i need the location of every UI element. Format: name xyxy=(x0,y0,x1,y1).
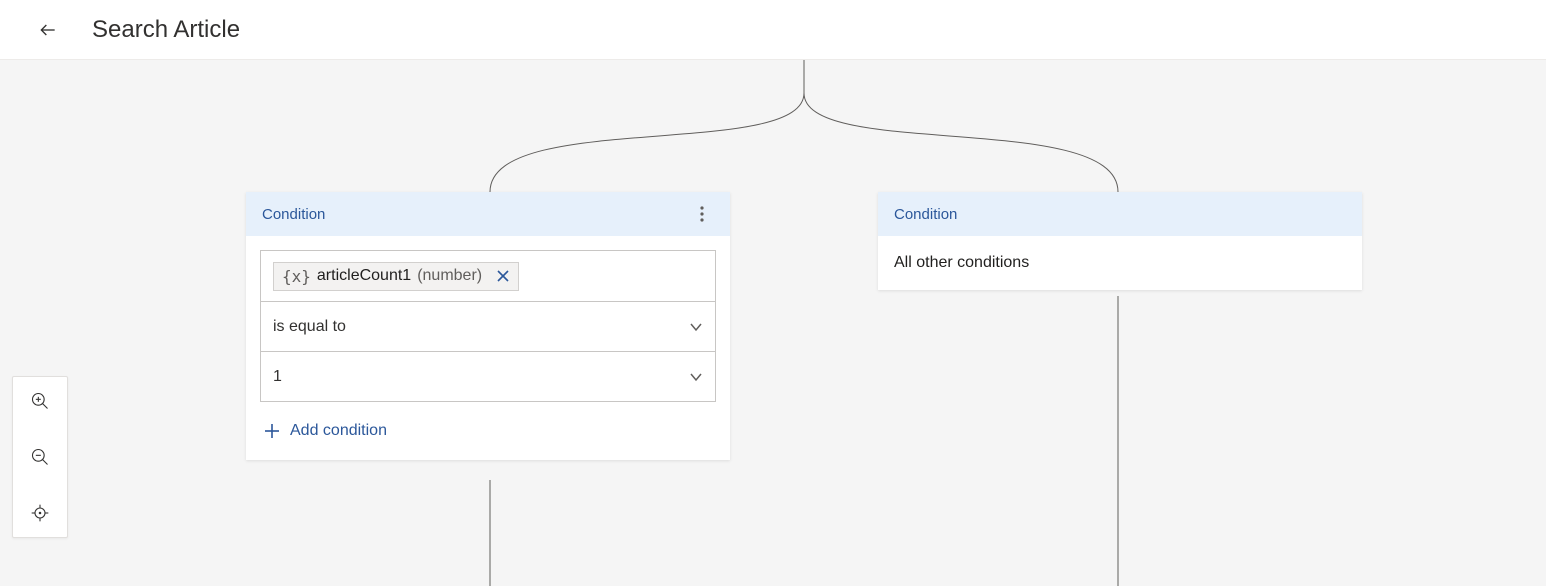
connector-lines xyxy=(0,60,1546,586)
zoom-toolbar xyxy=(12,376,68,538)
arrow-left-icon xyxy=(38,20,58,40)
add-condition-label: Add condition xyxy=(290,422,387,440)
zoom-out-button[interactable] xyxy=(24,441,56,473)
plus-icon xyxy=(264,423,280,439)
page-title: Search Article xyxy=(92,16,240,44)
flow-canvas[interactable]: Condition {x} articleCount1 (number) xyxy=(0,60,1546,586)
fit-view-button[interactable] xyxy=(24,497,56,529)
condition-value-select[interactable]: 1 xyxy=(261,351,715,401)
zoom-in-icon xyxy=(30,391,50,411)
condition-title: Condition xyxy=(894,206,957,223)
condition-node[interactable]: Condition {x} articleCount1 (number) xyxy=(246,192,730,460)
kebab-icon xyxy=(700,206,704,222)
variable-chip[interactable]: {x} articleCount1 (number) xyxy=(273,262,519,291)
condition-else-body: All other conditions xyxy=(878,236,1362,290)
condition-header: Condition xyxy=(878,192,1362,236)
node-menu-button[interactable] xyxy=(690,202,714,226)
condition-variable-row[interactable]: {x} articleCount1 (number) xyxy=(261,251,715,301)
variable-name: articleCount1 xyxy=(317,267,411,285)
remove-variable-button[interactable] xyxy=(496,269,510,283)
condition-body: {x} articleCount1 (number) is equal to 1 xyxy=(246,236,730,460)
variable-icon: {x} xyxy=(282,267,311,286)
condition-title: Condition xyxy=(262,206,325,223)
chevron-down-icon xyxy=(689,370,703,384)
add-condition-button[interactable]: Add condition xyxy=(260,416,391,446)
zoom-in-button[interactable] xyxy=(24,385,56,417)
target-icon xyxy=(30,503,50,523)
condition-value: 1 xyxy=(273,368,282,386)
condition-table: {x} articleCount1 (number) is equal to 1 xyxy=(260,250,716,402)
back-button[interactable] xyxy=(32,14,64,46)
condition-node-else[interactable]: Condition All other conditions xyxy=(878,192,1362,290)
condition-header: Condition xyxy=(246,192,730,236)
operator-value: is equal to xyxy=(273,318,346,336)
zoom-out-icon xyxy=(30,447,50,467)
variable-type: (number) xyxy=(417,267,482,285)
close-icon xyxy=(496,269,510,283)
page-header: Search Article xyxy=(0,0,1546,60)
condition-operator-select[interactable]: is equal to xyxy=(261,301,715,351)
chevron-down-icon xyxy=(689,320,703,334)
